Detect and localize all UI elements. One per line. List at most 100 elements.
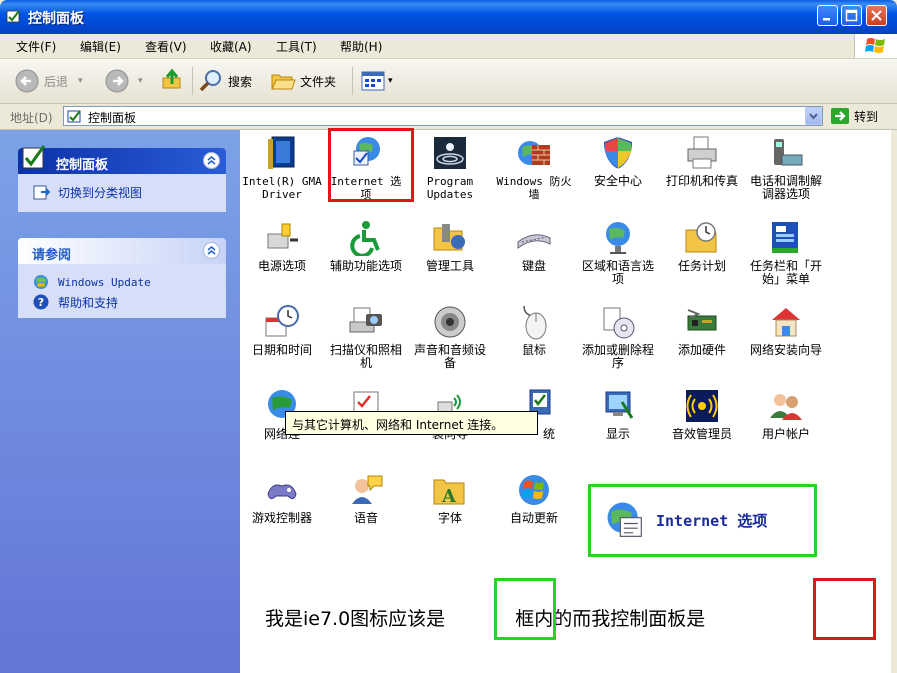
cp-item-fonts[interactable]: A 字体	[410, 472, 490, 525]
cp-item-game-controllers[interactable]: 游戏控制器	[242, 472, 322, 525]
close-button[interactable]	[866, 5, 887, 26]
cp-item-label: 语音	[353, 511, 378, 525]
phone-modem-icon	[774, 139, 803, 166]
go-button[interactable]: 转到	[830, 107, 878, 125]
task-box-title: 控制面板	[56, 158, 109, 173]
menu-bar: 文件(F) 编辑(E) 查看(V) 收藏(A) 工具(T) 帮助(H)	[0, 34, 897, 59]
back-button[interactable]: 后退 ▾	[14, 67, 83, 95]
up-folder-button[interactable]	[160, 67, 184, 95]
cp-item-program-updates[interactable]: Program Updates	[410, 135, 490, 201]
scheduled-tasks-icon	[685, 222, 717, 253]
annotation-caption: 我是ie7.0图标应该是 框内的而我控制面板是	[265, 604, 705, 631]
cp-item-printers-faxes[interactable]: 打印机和传真	[662, 135, 742, 188]
forward-button[interactable]: ▾	[104, 67, 143, 95]
cp-item-windows-firewall[interactable]: Windows 防火墙	[494, 135, 574, 201]
chevron-up-double-icon	[207, 246, 216, 255]
cp-item-sound-manager[interactable]: 音效管理员	[662, 388, 742, 441]
address-value: 控制面板	[88, 111, 137, 125]
cp-item-label: 音效管理员	[671, 427, 732, 441]
auto-update-icon	[519, 475, 549, 505]
cp-item-network-setup[interactable]: 网络安装向导	[746, 304, 826, 357]
cp-item-security-center[interactable]: 安全中心	[578, 135, 658, 188]
security-shield-icon	[604, 137, 632, 169]
collapse-button[interactable]	[203, 152, 220, 169]
network-setup-icon	[772, 308, 800, 337]
search-label: 搜索	[228, 74, 253, 89]
menu-help[interactable]: 帮助(H)	[340, 38, 382, 55]
cp-item-add-hardware[interactable]: 添加硬件	[662, 304, 742, 357]
speech-icon	[352, 475, 383, 504]
help-support-link[interactable]: ? 帮助和支持	[18, 292, 226, 312]
menu-edit[interactable]: 编辑(E)	[80, 38, 121, 55]
menu-tools[interactable]: 工具(T)	[276, 38, 317, 55]
forward-dropdown-icon[interactable]: ▾	[138, 76, 143, 86]
menu-view[interactable]: 查看(V)	[145, 38, 187, 55]
cp-item-label: 电源选项	[257, 259, 306, 273]
tooltip: 与其它计算机、网络和 Internet 连接。	[285, 411, 538, 435]
folders-button[interactable]: 文件夹	[270, 67, 336, 95]
globe-icon	[606, 222, 630, 254]
cp-item-label: 键盘	[521, 259, 546, 273]
cp-item-label: 添加硬件	[677, 343, 726, 357]
cp-item-keyboard[interactable]: 键盘	[494, 220, 574, 273]
cp-item-scheduled-tasks[interactable]: 任务计划	[662, 220, 742, 273]
highlight-box-red	[328, 128, 414, 202]
cp-item-sound-audio[interactable]: 声音和音频设备	[410, 304, 490, 370]
clock-icon	[265, 305, 299, 337]
cp-item-mouse[interactable]: 鼠标	[494, 304, 574, 357]
zoomed-internet-options-label: Internet 选项	[656, 511, 768, 530]
menu-file[interactable]: 文件(F)	[16, 38, 56, 55]
category-view-icon	[33, 185, 50, 200]
see-also-body: Windows Update ? 帮助和支持	[18, 264, 226, 318]
accessibility-icon	[350, 221, 380, 256]
address-dropdown-button[interactable]	[805, 107, 822, 125]
cp-item-taskbar-start[interactable]: 任务栏和「开始」菜单	[746, 220, 826, 286]
cp-item-date-time[interactable]: 日期和时间	[242, 304, 322, 357]
menu-favorites[interactable]: 收藏(A)	[210, 38, 252, 55]
cp-item-automatic-updates[interactable]: 自动更新	[494, 472, 574, 525]
cp-item-scanners-cameras[interactable]: 扫描仪和照相机	[326, 304, 406, 370]
scanner-icon	[349, 307, 382, 333]
back-arrow-icon	[15, 69, 39, 93]
cp-item-intel-gma[interactable]: Intel(R) GMA Driver	[242, 135, 322, 201]
add-hardware-icon	[687, 309, 717, 331]
cp-item-add-remove-programs[interactable]: 添加或删除程序	[578, 304, 658, 370]
standard-toolbar: 后退 ▾ ▾ 搜索 文件夹 ▾	[0, 59, 897, 104]
cp-item-power-options[interactable]: 电源选项	[242, 220, 322, 273]
address-bar: 地址(D) 控制面板 转到	[0, 104, 897, 130]
chevron-up-double-icon	[207, 156, 216, 165]
windows-update-label: Windows Update	[58, 275, 151, 289]
cp-item-accessibility[interactable]: 辅助功能选项	[326, 220, 406, 273]
internet-options-ie7-icon	[607, 502, 642, 537]
back-label: 后退	[44, 74, 69, 89]
back-dropdown-icon[interactable]: ▾	[78, 76, 83, 86]
switch-category-view-link[interactable]: 切换到分类视图	[18, 182, 226, 202]
see-also-header[interactable]: 请参阅	[18, 238, 226, 264]
printer-icon	[687, 136, 717, 169]
maximize-button[interactable]	[841, 5, 862, 26]
mouse-icon	[523, 305, 547, 340]
cp-item-phone-modem[interactable]: 电话和调制解调器选项	[746, 135, 826, 201]
cp-item-display[interactable]: 显示	[578, 388, 658, 441]
search-button[interactable]: 搜索	[198, 67, 252, 95]
cp-item-label: 鼠标	[521, 343, 546, 357]
cp-item-admin-tools[interactable]: 管理工具	[410, 220, 490, 273]
cp-item-user-accounts[interactable]: 用户帐户	[746, 388, 826, 441]
svg-text:A: A	[441, 486, 457, 507]
minimize-button[interactable]	[817, 5, 838, 26]
cp-item-label: 统	[543, 427, 556, 441]
cp-item-speech[interactable]: 语音	[326, 472, 406, 525]
control-panel-window: 控制面板 文件(F) 编辑(E) 查看(V) 收藏(A) 工具(T) 帮助(H)…	[0, 0, 897, 673]
windows-update-link[interactable]: Windows Update	[18, 272, 226, 292]
title-bar[interactable]: 控制面板	[0, 0, 897, 34]
cp-item-label: 管理工具	[425, 259, 474, 273]
zoomed-internet-options: Internet 选项	[604, 499, 767, 541]
cp-item-label: 扫描仪和照相机	[329, 343, 402, 370]
cp-item-regional-language[interactable]: 区域和语言选项	[578, 220, 658, 286]
keyboard-icon	[517, 234, 551, 249]
address-field[interactable]: 控制面板	[63, 106, 823, 126]
views-button[interactable]: ▾	[360, 67, 393, 95]
collapse-button[interactable]	[203, 242, 220, 259]
control-panel-header[interactable]: 控制面板	[18, 145, 226, 174]
window-border	[891, 130, 897, 673]
